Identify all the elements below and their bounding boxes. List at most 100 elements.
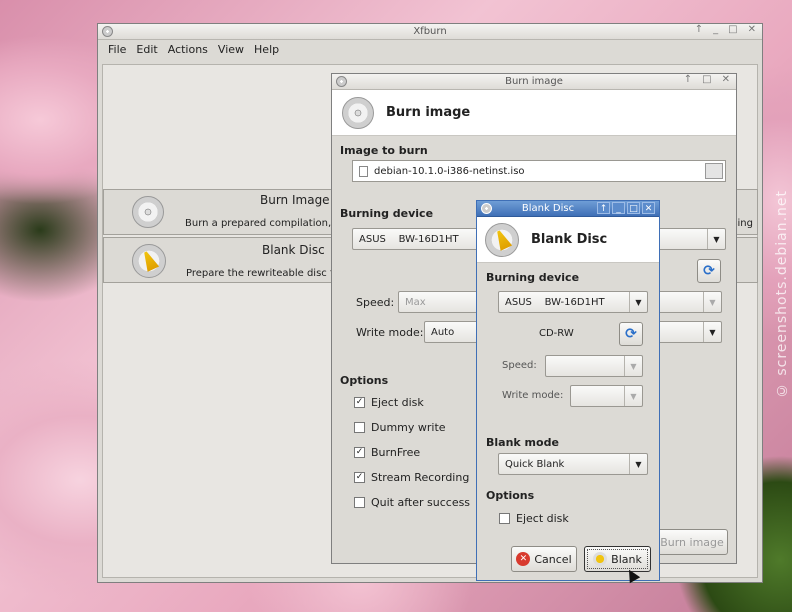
checkbox[interactable]: ✓ [354, 447, 365, 458]
checkbox[interactable] [354, 422, 365, 433]
burn-dialog-title: Burn image [505, 76, 563, 87]
action-burn-image-title: Burn Image [260, 193, 330, 207]
main-close-button[interactable]: ✕ [748, 24, 756, 35]
option-dummy-write[interactable]: Dummy write [354, 421, 446, 434]
menu-edit[interactable]: Edit [136, 43, 157, 56]
burn-speed-label: Speed: [356, 296, 395, 309]
burn-dialog-header-title: Burn image [386, 105, 471, 120]
blank-dialog-header-title: Blank Disc [531, 232, 608, 247]
blank-dialog-title: Blank Disc [521, 203, 575, 214]
option-quit-after-success-label: Quit after success [371, 496, 471, 509]
checkbox[interactable]: ✓ [354, 397, 365, 408]
burn-dialog-controls: ↑ □ ✕ [684, 74, 730, 85]
blank-options-heading: Options [486, 489, 535, 502]
menu-file[interactable]: File [108, 43, 126, 56]
blank-refresh-icon[interactable]: ⟳ [619, 322, 643, 346]
burn-refresh-icon[interactable]: ⟳ [697, 259, 721, 283]
burn-options-heading: Options [340, 374, 389, 387]
blank-maximize-button[interactable]: □ [627, 202, 640, 214]
cancel-icon: ✕ [516, 552, 531, 566]
burn-dialog-titlebar[interactable]: Burn image ↑ □ ✕ [332, 74, 736, 90]
blank-keep-above-button[interactable]: ↑ [597, 202, 610, 214]
broom-icon [593, 552, 608, 566]
blank-mode-heading: Blank mode [486, 436, 559, 449]
blank-dialog-controls: ↑ _ □ ✕ [597, 202, 655, 214]
checkbox[interactable] [354, 497, 365, 508]
burn-speed-value: Max [405, 296, 426, 308]
action-burn-image-desc: Burn a prepared compilation, [185, 218, 332, 229]
chevron-down-icon: ▼ [703, 322, 721, 342]
main-titlebar[interactable]: Xfburn ↑ _ □ ✕ [98, 24, 762, 40]
burn-write-mode-label: Write mode: [356, 326, 424, 339]
blank-eject-label: Eject disk [516, 512, 569, 525]
chevron-down-icon: ▼ [703, 292, 721, 312]
option-eject-disk[interactable]: ✓ Eject disk [354, 396, 424, 409]
option-eject-disk-label: Eject disk [371, 396, 424, 409]
menubar: File Edit Actions View Help [98, 40, 762, 58]
image-file-name: debian-10.1.0-i386-netinst.iso [374, 165, 525, 177]
blank-button[interactable]: Blank [584, 546, 651, 572]
chevron-down-icon: ▼ [707, 229, 725, 249]
option-dummy-write-label: Dummy write [371, 421, 446, 434]
burn-image-button-label: Burn image [660, 535, 724, 549]
action-blank-disc-title: Blank Disc [262, 243, 325, 257]
burn-dialog-app-icon [336, 76, 347, 87]
main-window-title: Xfburn [413, 26, 447, 37]
menu-view[interactable]: View [218, 43, 244, 56]
blank-dialog-titlebar[interactable]: Blank Disc ↑ _ □ ✕ [477, 201, 659, 217]
checkbox[interactable] [499, 513, 510, 524]
main-window-controls: ↑ _ □ ✕ [695, 24, 756, 35]
blank-minimize-button[interactable]: _ [612, 202, 625, 214]
burn-device-heading: Burning device [340, 207, 434, 220]
chevron-down-icon: ▼ [629, 454, 647, 474]
burn-keep-above-button[interactable]: ↑ [684, 74, 692, 85]
burn-maximize-button[interactable]: □ [702, 74, 711, 85]
option-burnfree-label: BurnFree [371, 446, 421, 459]
broom-icon [485, 222, 519, 257]
burn-write-mode-value: Auto [431, 326, 455, 338]
blank-dialog-header: Blank Disc [477, 217, 659, 263]
blank-device-select[interactable]: ASUS BW-16D1HT ▼ [498, 291, 648, 313]
option-burnfree[interactable]: ✓ BurnFree [354, 446, 420, 459]
cancel-button[interactable]: ✕ Cancel [511, 546, 577, 572]
blank-close-button[interactable]: ✕ [642, 202, 655, 214]
option-stream-recording[interactable]: ✓ Stream Recording [354, 471, 469, 484]
action-blank-disc-desc: Prepare the rewriteable disc f [186, 268, 334, 279]
blank-speed-label: Speed: [502, 360, 537, 371]
image-file-chooser[interactable]: debian-10.1.0-i386-netinst.iso [352, 160, 726, 182]
blank-option-eject-disk[interactable]: Eject disk [499, 512, 569, 525]
option-stream-recording-label: Stream Recording [371, 471, 470, 484]
cancel-button-label: Cancel [534, 552, 572, 566]
blank-write-mode-select[interactable]: ▼ [570, 385, 643, 407]
blank-write-mode-label: Write mode: [502, 390, 564, 401]
blank-mode-value: Quick Blank [505, 458, 565, 470]
main-minimize-button[interactable]: _ [713, 24, 718, 35]
chevron-down-icon: ▼ [624, 386, 642, 406]
image-to-burn-heading: Image to burn [340, 144, 428, 157]
media-type-label: CD-RW [539, 328, 574, 339]
checkbox[interactable]: ✓ [354, 472, 365, 483]
burn-close-button[interactable]: ✕ [722, 74, 730, 85]
menu-actions[interactable]: Actions [168, 43, 208, 56]
watermark: © screenshots.debian.net [774, 190, 790, 399]
blank-button-label: Blank [611, 552, 642, 566]
menu-help[interactable]: Help [254, 43, 279, 56]
blank-disc-dialog: Blank Disc ↑ _ □ ✕ Blank Disc Burning de… [476, 200, 660, 581]
blank-mode-select[interactable]: Quick Blank ▼ [498, 453, 648, 475]
file-icon [359, 165, 368, 177]
burn-device-value: ASUS BW-16D1HT [359, 233, 459, 245]
main-maximize-button[interactable]: □ [728, 24, 737, 35]
blank-speed-select[interactable]: ▼ [545, 355, 643, 377]
disc-icon [132, 196, 164, 228]
burn-image-button[interactable]: Burn image [656, 529, 728, 555]
option-quit-after-success[interactable]: Quit after success [354, 496, 470, 509]
disc-icon [342, 96, 374, 129]
blank-device-heading: Burning device [486, 271, 580, 284]
burn-dialog-header: Burn image [332, 90, 736, 136]
blank-dialog-app-icon [481, 203, 492, 214]
broom-icon [132, 244, 166, 278]
chevron-down-icon: ▼ [624, 356, 642, 376]
folder-icon[interactable] [705, 163, 723, 179]
main-keep-above-button[interactable]: ↑ [695, 24, 703, 35]
blank-device-value: ASUS BW-16D1HT [505, 296, 605, 308]
